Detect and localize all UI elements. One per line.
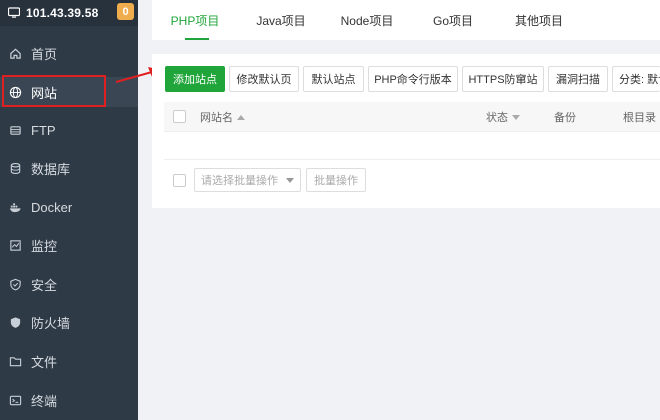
project-tabs: PHP项目 Java项目 Node项目 Go项目 其他项目: [152, 0, 660, 40]
sidebar-item-label: 文件: [31, 354, 58, 370]
tab-go[interactable]: Go项目: [410, 0, 496, 40]
batch-operation-select[interactable]: 请选择批量操作: [194, 168, 301, 192]
table-header: 网站名 状态 备份 根目录: [164, 102, 660, 132]
monitor-icon: [8, 7, 20, 19]
sidebar-item-label: 首页: [31, 46, 58, 62]
tab-java[interactable]: Java项目: [238, 0, 324, 40]
sidebar: 101.43.39.58 0 首页 网站 FTP 数据库 Docker 监控 安…: [0, 0, 138, 420]
add-site-button[interactable]: 添加站点: [165, 66, 225, 92]
chevron-down-icon: [286, 178, 294, 183]
https-waf-button[interactable]: HTTPS防窜站: [462, 66, 544, 92]
active-tab-indicator: [185, 38, 209, 40]
server-ip: 101.43.39.58: [26, 6, 99, 20]
tab-php[interactable]: PHP项目: [152, 0, 238, 40]
sort-up-icon: [237, 114, 245, 120]
column-backup: 备份: [554, 112, 576, 124]
column-site-name[interactable]: 网站名: [200, 102, 245, 132]
site-panel: 添加站点 修改默认页 默认站点 PHP命令行版本 HTTPS防窜站 漏洞扫描 分…: [152, 54, 660, 208]
sidebar-item-label: 监控: [31, 238, 58, 254]
sidebar-item-label: 终端: [31, 393, 58, 409]
column-site-name-label: 网站名: [200, 112, 233, 124]
sidebar-item-terminal[interactable]: 终端: [0, 385, 138, 415]
home-icon: [8, 46, 22, 60]
tab-node[interactable]: Node项目: [324, 0, 410, 40]
database-icon: [8, 161, 22, 175]
sidebar-item-monitor[interactable]: 监控: [0, 230, 138, 260]
firewall-icon: [8, 315, 22, 329]
edit-default-page-button[interactable]: 修改默认页: [229, 66, 299, 92]
batch-select-placeholder: 请选择批量操作: [201, 175, 278, 187]
select-all-checkbox[interactable]: [173, 110, 186, 123]
sidebar-item-label: 安全: [31, 277, 58, 293]
folder-icon: [8, 354, 22, 368]
sidebar-item-firewall[interactable]: 防火墙: [0, 307, 138, 337]
docker-icon: [8, 200, 22, 214]
highlight-box: [2, 75, 106, 107]
vuln-scan-button[interactable]: 漏洞扫描: [548, 66, 608, 92]
column-root-dir: 根目录: [623, 112, 656, 124]
sidebar-item-label: 数据库: [31, 161, 71, 177]
table-body-empty: [164, 132, 660, 160]
category-select[interactable]: 分类: 默认: [612, 66, 660, 92]
sidebar-item-docker[interactable]: Docker: [0, 192, 138, 222]
batch-checkbox[interactable]: [173, 174, 186, 187]
sidebar-item-label: FTP: [31, 122, 56, 138]
column-status-label: 状态: [486, 112, 508, 124]
php-cli-version-button[interactable]: PHP命令行版本: [368, 66, 458, 92]
ftp-icon: [8, 123, 22, 137]
sidebar-header: 101.43.39.58 0: [0, 0, 138, 26]
sort-down-icon: [512, 114, 520, 120]
sidebar-item-label: Docker: [31, 199, 73, 215]
sidebar-item-security[interactable]: 安全: [0, 269, 138, 299]
sidebar-item-database[interactable]: 数据库: [0, 153, 138, 183]
shield-icon: [8, 277, 22, 291]
notification-badge[interactable]: 0: [117, 3, 134, 20]
batch-operation-button[interactable]: 批量操作: [306, 168, 366, 192]
terminal-icon: [8, 393, 22, 407]
monitor-icon: [8, 238, 22, 252]
column-status[interactable]: 状态: [486, 102, 520, 132]
tab-other[interactable]: 其他项目: [496, 0, 582, 40]
sidebar-item-files[interactable]: 文件: [0, 346, 138, 376]
sidebar-item-label: 防火墙: [31, 315, 71, 331]
sidebar-item-ftp[interactable]: FTP: [0, 115, 138, 145]
default-site-button[interactable]: 默认站点: [303, 66, 364, 92]
